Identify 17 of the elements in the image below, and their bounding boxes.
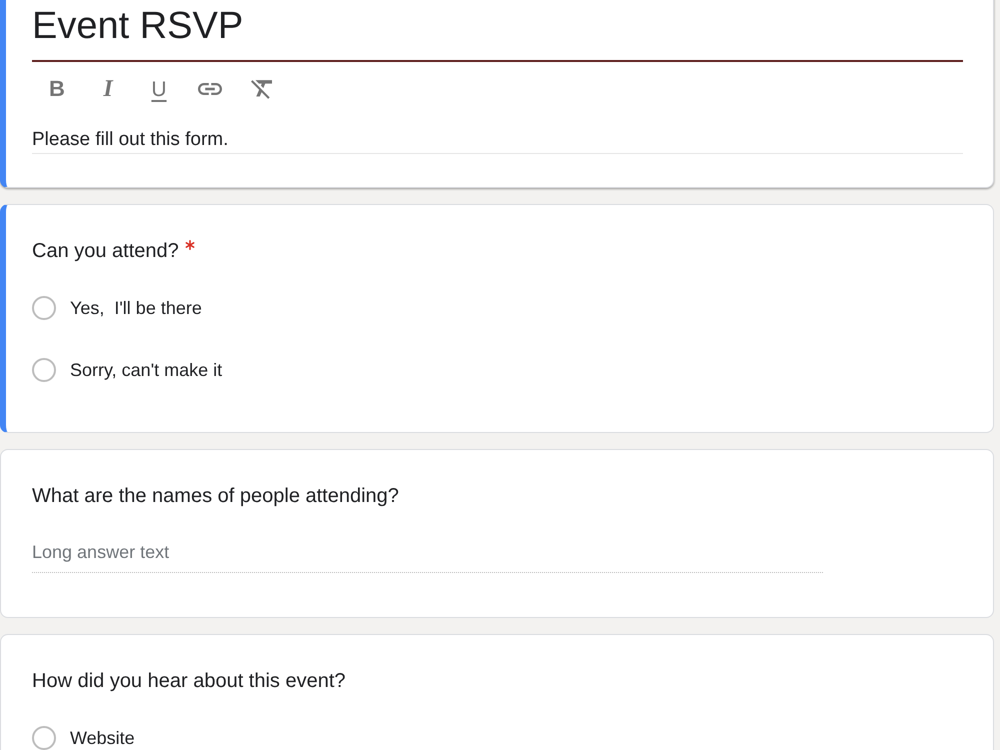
link-icon	[198, 83, 222, 95]
radio-button[interactable]	[32, 296, 56, 320]
question-title: Can you attend?	[32, 239, 179, 263]
underline-button[interactable]: U	[143, 73, 175, 105]
radio-button[interactable]	[32, 358, 56, 382]
title-field[interactable]: Event RSVP	[32, 2, 963, 62]
italic-button[interactable]: I	[92, 73, 124, 105]
option-label: Sorry, can't make it	[70, 360, 222, 380]
question-title: How did you hear about this event?	[32, 669, 346, 693]
radio-button[interactable]	[32, 726, 56, 750]
long-answer-field[interactable]: Long answer text	[32, 540, 824, 573]
option-label: Yes, I'll be there	[70, 298, 202, 318]
option-label: Website	[70, 728, 135, 748]
bold-button[interactable]: B	[41, 73, 73, 105]
question-title: What are the names of people attending?	[32, 484, 399, 508]
clear-format-icon	[250, 80, 272, 98]
description-field[interactable]: Please fill out this form.	[32, 128, 963, 154]
